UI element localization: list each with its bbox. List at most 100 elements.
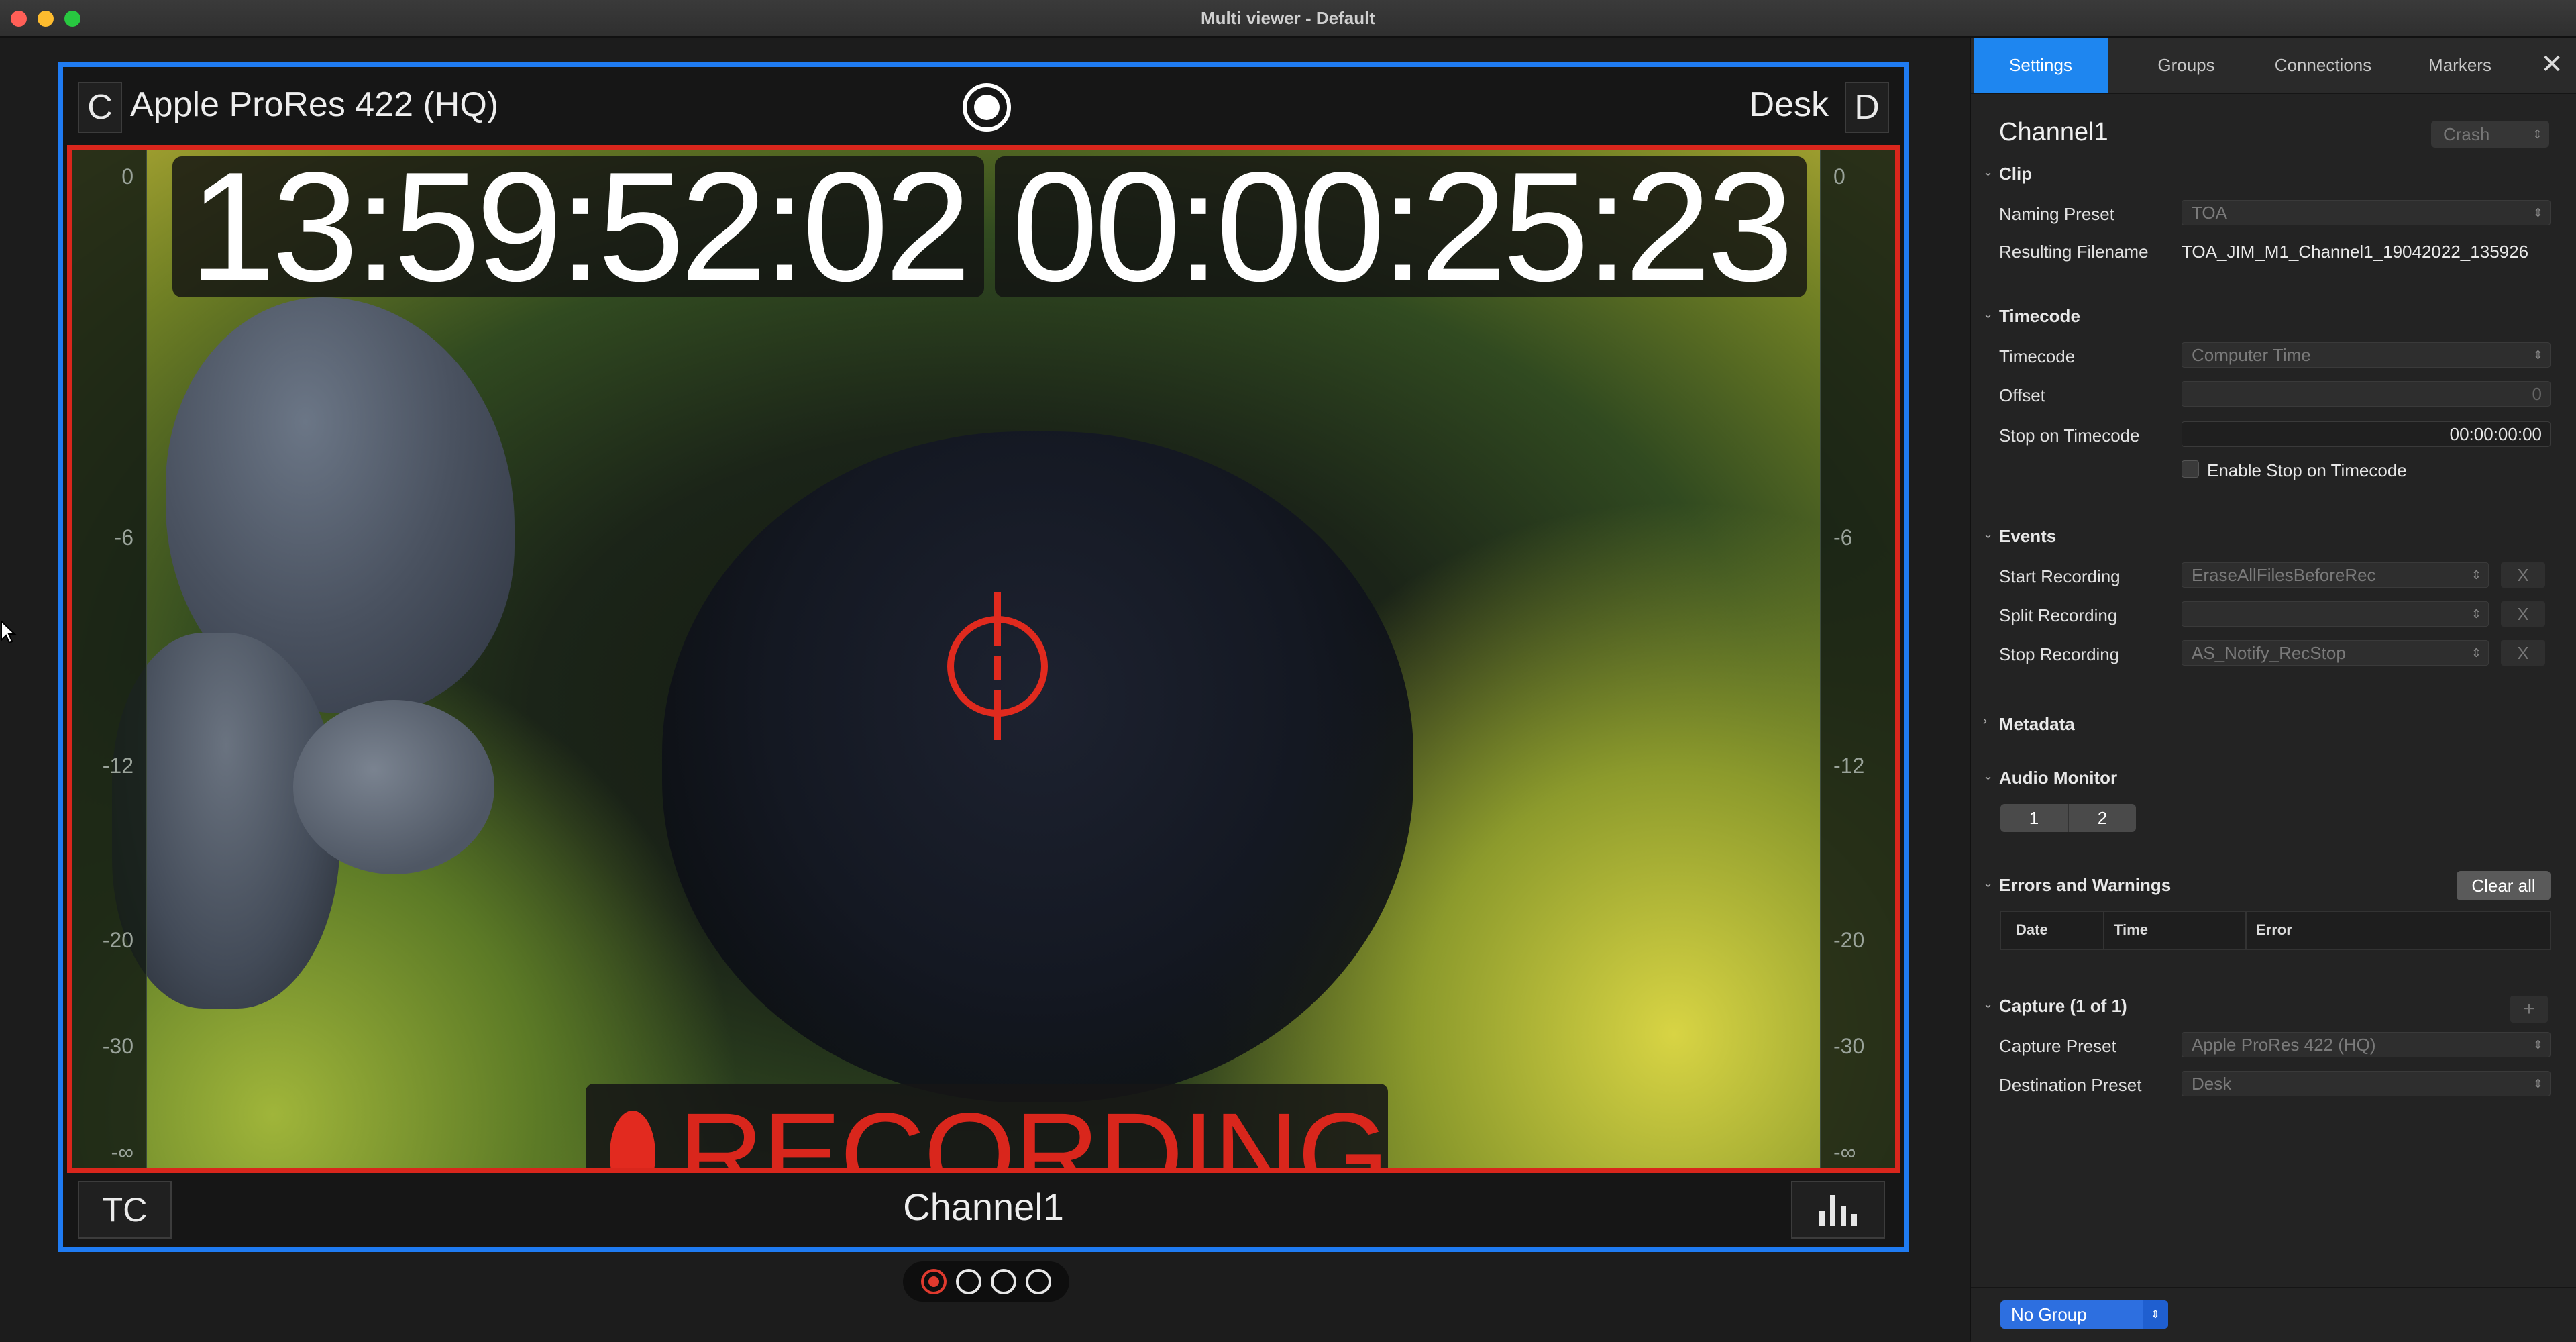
start-recording-value: EraseAllFilesBeforeRec [2192, 564, 2376, 585]
destination-preset-select[interactable]: Desk ⇕ [2182, 1071, 2551, 1096]
timecode-source-select[interactable]: Computer Time ⇕ [2182, 342, 2551, 368]
page-dot[interactable] [921, 1269, 947, 1294]
enable-stop-checkbox[interactable] [2182, 460, 2199, 478]
meter-tick: -20 [102, 928, 133, 952]
select-arrows-icon: ⇕ [2143, 1300, 2168, 1329]
meter-tick: -6 [114, 525, 133, 550]
chevron-down-icon[interactable]: ⌄ [1983, 769, 1993, 783]
window-title: Multi viewer - Default [1200, 8, 1376, 28]
chevron-down-icon[interactable]: ⌄ [1983, 307, 1993, 321]
meter-tick: -20 [1833, 928, 1865, 952]
offset-value: 0 [2532, 383, 2542, 404]
stop-recording-label: Stop Recording [1999, 644, 2120, 664]
chevron-down-icon[interactable]: ⌄ [1983, 876, 1993, 890]
chevron-down-icon[interactable]: ⌄ [1983, 527, 1993, 541]
channel-viewer[interactable]: C Apple ProRes 422 (HQ) Desk D 0 -6 -12 … [58, 62, 1909, 1252]
recording-label: RECORDING [678, 1089, 1389, 1173]
page-dot[interactable] [956, 1269, 981, 1294]
viewer-bottom-bar: TC Channel1 [63, 1173, 1904, 1247]
clear-split-recording-button[interactable]: X [2501, 601, 2545, 627]
section-clip[interactable]: Clip [1999, 164, 2032, 185]
select-arrows-icon: ⇕ [2471, 607, 2481, 621]
section-metadata[interactable]: Metadata [1999, 714, 2075, 735]
audio-channel-selector: 1 2 [2000, 804, 2136, 832]
meter-tick: -12 [102, 754, 133, 778]
tab-connections[interactable]: Connections [2253, 38, 2394, 93]
tab-settings[interactable]: Settings [1974, 38, 2108, 93]
stop-timecode-value: 00:00:00:00 [2449, 423, 2542, 444]
offset-label: Offset [1999, 385, 2045, 405]
capture-preset-select[interactable]: Apple ProRes 422 (HQ) ⇕ [2182, 1032, 2551, 1057]
viewer-top-bar: C Apple ProRes 422 (HQ) Desk D [63, 67, 1904, 145]
select-arrows-icon: ⇕ [2532, 205, 2543, 219]
section-timecode[interactable]: Timecode [1999, 306, 2080, 327]
meter-tick: 0 [121, 164, 133, 189]
select-arrows-icon: ⇕ [2532, 127, 2542, 141]
stop-on-timecode-label: Stop on Timecode [1999, 425, 2140, 446]
column-header-date[interactable]: Date [2016, 921, 2048, 939]
bar-chart-icon [1819, 1195, 1857, 1226]
close-panel-icon[interactable]: ✕ [2537, 50, 2567, 79]
stop-recording-value: AS_Notify_RecStop [2192, 642, 2346, 663]
audio-meter-right: 0 -6 -12 -20 -30 -∞ [1820, 150, 1895, 1168]
timecode-time-of-day: 13:59:52:02 [172, 150, 984, 314]
source-letter-badge: C [78, 82, 122, 133]
destination-label: Desk [1749, 85, 1829, 124]
audio-meter-button[interactable] [1791, 1181, 1885, 1239]
section-capture[interactable]: Capture (1 of 1) [1999, 996, 2127, 1017]
column-header-error[interactable]: Error [2256, 921, 2292, 939]
capture-preset-label: Capture Preset [1999, 1036, 2116, 1056]
crash-select[interactable]: Crash ⇕ [2431, 121, 2549, 148]
section-errors[interactable]: Errors and Warnings [1999, 875, 2171, 896]
select-arrows-icon: ⇕ [2532, 348, 2543, 362]
panel-footer: No Group ⇕ [1971, 1287, 2576, 1342]
tab-groups[interactable]: Groups [2123, 38, 2250, 93]
audio-channel-1-button[interactable]: 1 [2000, 804, 2068, 832]
meter-tick: -∞ [111, 1140, 133, 1164]
page-dot[interactable] [991, 1269, 1016, 1294]
add-capture-button[interactable]: + [2510, 996, 2548, 1023]
stop-recording-select[interactable]: AS_Notify_RecStop ⇕ [2182, 640, 2489, 666]
channel-title: Channel1 [1999, 118, 2108, 146]
naming-preset-select[interactable]: TOA ⇕ [2182, 200, 2551, 225]
split-recording-label: Split Recording [1999, 605, 2118, 625]
select-arrows-icon: ⇕ [2471, 646, 2481, 660]
recording-dot-icon [610, 1111, 656, 1168]
destination-preset-value: Desk [2192, 1073, 2232, 1094]
window-titlebar: Multi viewer - Default [0, 0, 2576, 38]
recording-banner: RECORDING [586, 1084, 1389, 1173]
select-arrows-icon: ⇕ [2471, 568, 2481, 582]
column-header-time[interactable]: Time [2114, 921, 2148, 939]
group-select-value: No Group [2011, 1304, 2087, 1325]
meter-tick: 0 [1833, 164, 1845, 189]
select-arrows-icon: ⇕ [2532, 1076, 2543, 1090]
timecode-duration: 00:00:25:23 [995, 150, 1807, 314]
group-select[interactable]: No Group ⇕ [2000, 1300, 2168, 1329]
start-recording-label: Start Recording [1999, 566, 2121, 586]
stop-timecode-input[interactable]: 00:00:00:00 [2182, 421, 2551, 447]
select-arrows-icon: ⇕ [2532, 1037, 2543, 1051]
enable-stop-label: Enable Stop on Timecode [2207, 460, 2407, 480]
clear-stop-recording-button[interactable]: X [2501, 640, 2545, 666]
split-recording-select[interactable]: ⇕ [2182, 601, 2489, 627]
section-events[interactable]: Events [1999, 526, 2056, 547]
clear-start-recording-button[interactable]: X [2501, 562, 2545, 588]
audio-channel-2-button[interactable]: 2 [2068, 804, 2136, 832]
section-audio-monitor[interactable]: Audio Monitor [1999, 768, 2117, 788]
crosshair-icon [947, 592, 1048, 740]
page-dot[interactable] [1026, 1269, 1051, 1294]
chevron-down-icon[interactable]: ⌄ [1983, 165, 1993, 179]
capture-preset-value: Apple ProRes 422 (HQ) [2192, 1034, 2376, 1055]
resulting-filename-value: TOA_JIM_M1_Channel1_19042022_135926 [2182, 242, 2529, 262]
clear-all-button[interactable]: Clear all [2457, 871, 2551, 900]
chevron-right-icon[interactable]: › [1983, 714, 1987, 728]
chevron-down-icon[interactable]: ⌄ [1983, 997, 1993, 1011]
meter-tick: -12 [1833, 754, 1865, 778]
offset-input[interactable]: 0 [2182, 381, 2551, 407]
tab-markers[interactable]: Markers [2396, 38, 2524, 93]
errors-table: Date Time Error [2000, 911, 2551, 950]
mouse-cursor-icon [0, 620, 17, 644]
meter-tick: -30 [1833, 1034, 1865, 1058]
settings-panel: Settings Groups Connections Markers ✕ Ch… [1970, 38, 2576, 1342]
start-recording-select[interactable]: EraseAllFilesBeforeRec ⇕ [2182, 562, 2489, 588]
